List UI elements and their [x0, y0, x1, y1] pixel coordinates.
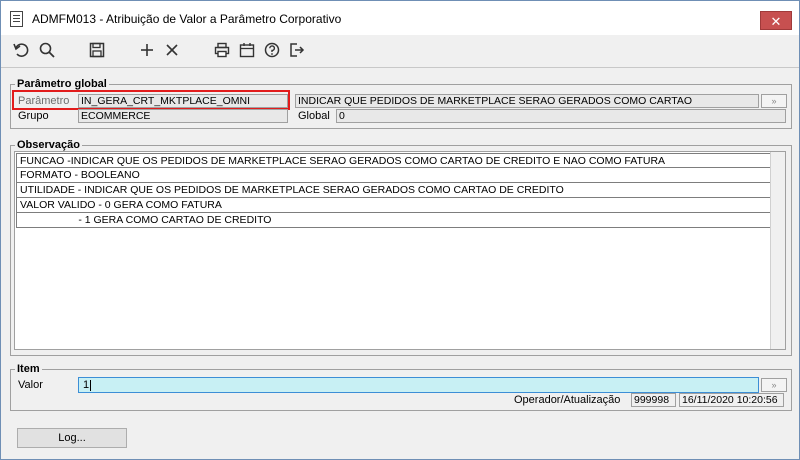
delete-icon[interactable]: [161, 39, 183, 61]
operador-field: 999998: [631, 393, 676, 407]
parametro-lookup-button[interactable]: »: [761, 94, 787, 108]
valor-input[interactable]: 1: [78, 377, 759, 393]
observacao-line: - 1 GERA COMO CARTAO DE CREDITO: [16, 213, 773, 228]
grupo-field: ECOMMERCE: [78, 109, 288, 123]
log-button[interactable]: Log...: [17, 428, 127, 448]
help-icon[interactable]: [261, 39, 283, 61]
observacao-scrollbar[interactable]: [770, 152, 785, 349]
grupo-label: Grupo: [18, 110, 49, 122]
calendar-icon[interactable]: [236, 39, 258, 61]
global-field: 0: [336, 109, 786, 123]
undo-icon[interactable]: [10, 39, 32, 61]
observacao-line: VALOR VALIDO - 0 GERA COMO FATURA: [16, 198, 773, 213]
global-group-title: Parâmetro global: [15, 78, 109, 90]
toolbar: [1, 35, 799, 67]
item-group-title: Item: [15, 363, 42, 375]
text-caret: [90, 379, 92, 391]
observacao-line: FORMATO - BOOLEANO: [16, 168, 773, 183]
operador-label: Operador/Atualização: [514, 394, 621, 406]
app-icon: [10, 11, 23, 27]
close-button[interactable]: ✕: [760, 11, 792, 30]
atualizacao-field: 16/11/2020 10:20:56: [679, 393, 784, 407]
print-icon[interactable]: [211, 39, 233, 61]
parametro-highlight-box: [12, 90, 290, 110]
toolbar-divider: [1, 67, 799, 68]
main-window: ADMFM013 - Atribuição de Valor a Parâmet…: [0, 0, 800, 460]
save-icon[interactable]: [86, 39, 108, 61]
observacao-line: UTILIDADE - INDICAR QUE OS PEDIDOS DE MA…: [16, 183, 773, 198]
global-label: Global: [298, 110, 330, 122]
valor-input-text: 1: [83, 379, 90, 391]
add-icon[interactable]: [136, 39, 158, 61]
exit-icon[interactable]: [286, 39, 308, 61]
window-title: ADMFM013 - Atribuição de Valor a Parâmet…: [32, 12, 342, 26]
valor-label: Valor: [18, 379, 43, 391]
title-bar: ADMFM013 - Atribuição de Valor a Parâmet…: [1, 1, 799, 35]
observacao-line: FUNCAO -INDICAR QUE OS PEDIDOS DE MARKET…: [16, 153, 773, 168]
search-icon[interactable]: [36, 39, 58, 61]
observacao-group-title: Observação: [15, 139, 82, 151]
valor-lookup-button[interactable]: »: [761, 378, 787, 392]
observacao-textbox[interactable]: FUNCAO -INDICAR QUE OS PEDIDOS DE MARKET…: [14, 151, 786, 350]
parametro-description-field: INDICAR QUE PEDIDOS DE MARKETPLACE SERAO…: [295, 94, 759, 108]
